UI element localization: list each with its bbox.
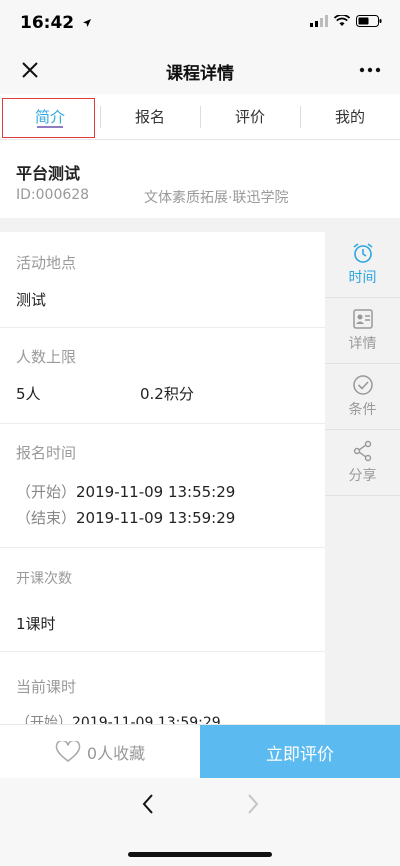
- more-options-icon[interactable]: [358, 60, 382, 80]
- current-start-row: （开始）2019-11-09 13:59:29: [16, 712, 221, 724]
- side-item-detail[interactable]: 详情: [325, 298, 400, 364]
- battery-icon: [356, 15, 382, 27]
- location-value: 测试: [16, 291, 47, 309]
- signup-time-section: 报名时间 （开始）2019-11-09 13:55:29 （结束）2019-11…: [0, 424, 325, 548]
- back-arrow-icon[interactable]: [139, 792, 157, 816]
- tab-intro[interactable]: 简介: [0, 94, 100, 139]
- current-session-label: 当前课时: [16, 678, 77, 696]
- side-label-share: 分享: [348, 468, 377, 484]
- course-id: ID:000628: [16, 187, 90, 203]
- capacity-section: 人数上限 5人 0.2积分: [0, 328, 325, 424]
- forward-arrow-icon[interactable]: [244, 792, 262, 816]
- favorite-label: 0人收藏: [86, 744, 146, 763]
- check-circle-icon: [353, 375, 373, 395]
- status-time: 16:42: [20, 13, 92, 33]
- home-indicator[interactable]: [128, 852, 272, 857]
- action-bar: 0人收藏 立即评价: [0, 724, 400, 779]
- location-arrow-icon: [83, 19, 92, 27]
- location-label: 活动地点: [16, 254, 77, 272]
- tab-active-indicator: [37, 126, 63, 128]
- tab-mine[interactable]: 我的: [300, 94, 400, 139]
- current-session-section: 当前课时 （开始）2019-11-09 13:59:29: [0, 652, 325, 724]
- tab-label: 我的: [334, 108, 365, 126]
- current-start-prefix: （开始）: [16, 715, 72, 724]
- section-divider: [0, 218, 400, 232]
- sessions-section: 开课次数 1课时: [0, 548, 325, 652]
- wifi-icon: [334, 15, 350, 26]
- status-indicators: [310, 15, 382, 27]
- tab-review[interactable]: 评价: [200, 94, 300, 139]
- page-title: 课程详情: [166, 64, 234, 84]
- signup-end-value: 2019-11-09 13:59:29: [76, 509, 236, 527]
- detail-card-icon: [353, 309, 373, 329]
- side-item-share[interactable]: 分享: [325, 430, 400, 496]
- signup-end-row: （结束）2019-11-09 13:59:29: [16, 507, 235, 528]
- current-start-value: 2019-11-09 13:59:29: [72, 715, 221, 724]
- signup-start-row: （开始）2019-11-09 13:55:29: [16, 481, 235, 502]
- status-bar: 16:42: [0, 0, 400, 46]
- side-label-conditions: 条件: [348, 402, 377, 418]
- tab-label: 报名: [134, 108, 165, 126]
- tab-highlight-box: [2, 98, 95, 138]
- side-label-time: 时间: [348, 270, 377, 286]
- browser-toolbar: [0, 778, 400, 866]
- side-item-conditions[interactable]: 条件: [325, 364, 400, 430]
- side-label-detail: 详情: [348, 336, 377, 352]
- nav-bar: 课程详情: [0, 46, 400, 94]
- rate-now-button[interactable]: 立即评价: [200, 725, 400, 779]
- capacity-count: 5人: [16, 385, 41, 403]
- signup-start-prefix: （开始）: [16, 483, 77, 501]
- course-name: 平台测试: [16, 164, 81, 183]
- tab-label: 评价: [234, 108, 265, 126]
- course-info: 平台测试 ID:000628 文体素质拓展·联迅学院: [0, 148, 400, 218]
- signup-start-value: 2019-11-09 13:55:29: [76, 483, 236, 501]
- side-item-time[interactable]: 时间: [325, 232, 400, 298]
- sessions-value: 1课时: [16, 615, 56, 633]
- heart-icon: [55, 741, 81, 762]
- alarm-clock-icon: [353, 243, 373, 263]
- tab-bar: 简介 报名 评价 我的: [0, 94, 400, 140]
- course-category: 文体素质拓展·联迅学院: [144, 190, 289, 206]
- location-section: 活动地点 测试: [0, 232, 325, 328]
- capacity-credit: 0.2积分: [140, 385, 194, 403]
- sessions-label: 开课次数: [16, 571, 72, 587]
- favorite-button[interactable]: 0人收藏: [0, 725, 200, 779]
- side-nav: 时间 详情 条件 分享: [325, 232, 400, 724]
- share-icon: [353, 440, 372, 462]
- capacity-label: 人数上限: [16, 348, 77, 366]
- signal-icon: [310, 15, 328, 27]
- detail-content[interactable]: 活动地点 测试 人数上限 5人 0.2积分 报名时间 （开始）2019-11-0…: [0, 232, 325, 724]
- tab-signup[interactable]: 报名: [100, 94, 200, 139]
- signup-time-label: 报名时间: [16, 444, 77, 462]
- signup-end-prefix: （结束）: [16, 509, 77, 527]
